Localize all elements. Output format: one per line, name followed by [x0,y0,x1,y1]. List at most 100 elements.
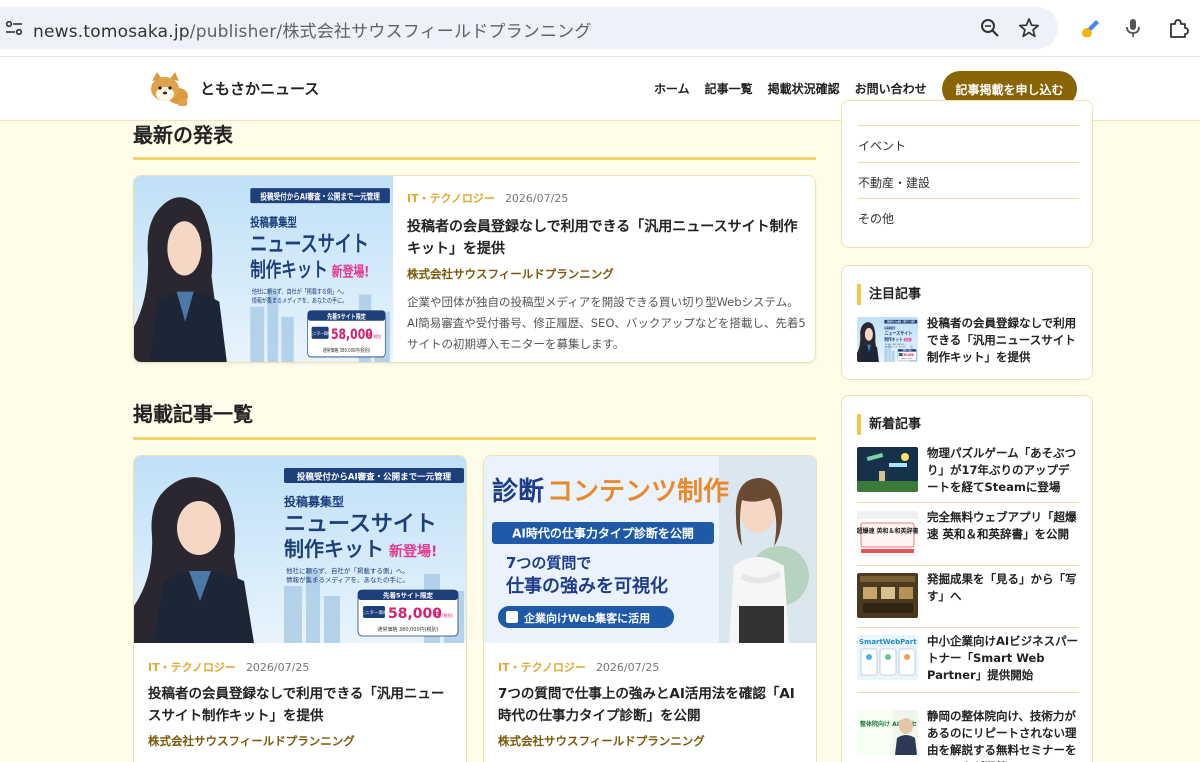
thumbnail-text-kicker: 投稿募集型 [284,494,344,509]
featured-body: IT・テクノロジー 2026/07/25 投稿者の会員登録なしで利用できる「汎用ニ… [407,190,807,355]
url-text[interactable]: news.tomosaka.jp/publisher/株式会社サウスフィールドプ… [33,17,592,42]
article-title[interactable]: 投稿者の会員登録なしで利用できる「汎用ニュースサイト制作キット」を提供 [407,216,807,260]
shiba-dog-logo-icon[interactable] [148,71,190,107]
physics-game-thumbnail-image [857,447,918,492]
nav-home[interactable]: ホーム [654,80,690,97]
article-description: 企業や団体が独自の投稿型メディアを開設できる買い切り型Webシステム。AI簡易審… [407,295,806,351]
article-meta: IT・テクノロジー 2026/07/25 [498,659,804,675]
site-info-icon[interactable] [4,18,24,38]
sidebar-thumbnail[interactable]: 投稿受付からAI審査・公開まで一元管理 投稿募集型 ニュースサイト 制作キット … [857,317,918,362]
sidebar-thumbnail[interactable] [857,447,918,492]
microphone-icon[interactable] [1121,16,1145,40]
thumbnail-text-price-note: (税別) [442,612,454,618]
thumbnail-text-headline-a: 診断 [492,476,544,507]
thumbnail-text-badge: 新登場! [389,543,437,560]
article-card[interactable]: 診断 コンテンツ制作 AI時代の仕事力タイプ診断を公開 7つの質問で 仕事の強み… [483,455,817,762]
category-label[interactable]: IT・テクノロジー [407,192,495,205]
kit-thumbnail-image: 投稿受付からAI審査・公開まで一元管理 投稿募集型 ニュースサイト 制作キット … [134,456,466,643]
thumbnail-text: 超爆速 英和＆和英辞書 [857,527,918,535]
browser-toolbar: news.tomosaka.jp/publisher/株式会社サウスフィールドプ… [0,0,1200,57]
article-thumbnail[interactable]: 診断 コンテンツ制作 AI時代の仕事力タイプ診断を公開 7つの質問で 仕事の強み… [484,456,816,643]
sidebar-thumbnail[interactable]: 超爆速 英和＆和英辞書 [857,511,918,556]
site-name[interactable]: ともさかニュース [200,78,319,99]
featured-thumbnail[interactable]: 投稿受付からAI審査・公開まで一元管理 投稿募集型 ニュースサイト 制作キット … [134,176,393,362]
sidebar-categories: イベント 不動産・建設 その他 [841,100,1093,248]
nav-articles[interactable]: 記事一覧 [705,80,753,97]
sidebar-item-title[interactable]: 中小企業向けAIビジネスパートナー「Smart Web Partner」提供開始 [927,633,1079,684]
thumbnail-text: SmartWebPart [859,638,917,646]
nav-status-check[interactable]: 掲載状況確認 [768,80,840,97]
sidebar-divider [857,502,1079,503]
company-name[interactable]: 株式会社サウスフィールドプランニング [407,266,807,282]
sidebar-thumbnail[interactable]: 整体院向け AI活用セミナー [857,710,918,755]
sidebar-thumbnail[interactable]: SmartWebPart [857,635,918,680]
category-divider [858,125,1079,126]
bookmark-star-icon[interactable] [1018,17,1040,39]
thumbnail-text-offer-label: 先着5サイト限定 [383,591,434,600]
thumbnail-text-offer-tag: モニター価格 [361,609,388,616]
sidebar-divider [857,692,1079,693]
thumbnail-text-offer-label: 先着5サイト限定 [327,312,366,321]
address-bar[interactable]: news.tomosaka.jp/publisher/株式会社サウスフィールドプ… [0,7,1058,49]
sidebar-item-title[interactable]: 物理パズルゲーム「あそぶつり」が17年ぶりのアップデートを経てSteamに登場 [927,445,1079,496]
sidebar-new-articles: 新着記事 物理パズルゲーム「あそぶつり」が17年ぶりのアップデートを経てStea… [841,395,1093,762]
new-articles-heading: 新着記事 [857,414,921,435]
article-meta: IT・テクノロジー 2026/07/25 [407,190,807,206]
thumbnail-text-line1: ニュースサイト [250,231,369,257]
company-name[interactable]: 株式会社サウスフィールドプランニング [148,733,454,749]
sidebar-item-title[interactable]: 静岡の整体院向け、技術力があるのにリピートされない理由を解説する無料セミナーをエ… [927,708,1079,762]
thumbnail-text-line1: ニュースサイト [284,512,437,537]
list-section-title: 掲載記事一覧 [133,402,253,426]
thumbnail-text-offer-tag: モニター価格 [310,329,331,336]
main-nav: ホーム 記事一覧 掲載状況確認 お問い合わせ [654,80,927,97]
thumbnail-text-sub1: 他社に頼らず、自社が「掲載する側」へ。 [286,566,409,575]
diagnosis-thumbnail-image: 診断 コンテンツ制作 AI時代の仕事力タイプ診断を公開 7つの質問で 仕事の強み… [484,456,816,643]
thumbnail-text-line2: 制作キット [284,537,384,561]
company-name[interactable]: 株式会社サウスフィールドプランニング [498,733,804,749]
nav-contact[interactable]: お問い合わせ [855,80,927,97]
extensions-puzzle-icon[interactable] [1166,16,1190,40]
article-thumbnail[interactable]: 投稿受付からAI審査・公開まで一元管理 投稿募集型 ニュースサイト 制作キット … [134,456,466,643]
thumbnail-text-kicker: 投稿募集型 [250,215,297,230]
category-label[interactable]: IT・テクノロジー [498,661,586,674]
article-body: IT・テクノロジー 2026/07/25 7つの質問で仕事上の強みとAI活用法を確… [498,659,804,749]
date-label: 2026/07/25 [504,192,569,205]
thumbnail-text-line1: ニュースサイト [884,331,912,338]
list-section-rule [133,437,816,440]
thumbnail-text-price-note: (税別) [373,333,382,339]
zoom-icon[interactable] [979,17,1001,39]
sidebar-item-title[interactable]: 投稿者の会員登録なしで利用できる「汎用ニュースサイト制作キット」を提供 [927,315,1079,366]
category-divider [858,162,1079,163]
sidebar-thumbnail[interactable] [857,573,918,618]
thumbnail-text-regular: 通常価格 380,000円(税別) [377,626,438,633]
kit-thumbnail-image: 投稿受付からAI審査・公開まで一元管理 投稿募集型 ニュースサイト 制作キット … [857,317,918,362]
sidebar-item-title[interactable]: 発掘成果を「見る」から「写す」へ [927,571,1079,605]
excavation-thumbnail-image [857,573,918,618]
featured-article-card[interactable]: 投稿受付からAI審査・公開まで一元管理 投稿募集型 ニュースサイト 制作キット … [133,175,816,363]
smart-web-partner-thumbnail-image: SmartWebPart [857,635,918,680]
sidebar-category-real-estate[interactable]: 不動産・建設 [858,174,1078,191]
url-domain: news.tomosaka.jp [33,22,190,42]
seminar-thumbnail-image: 整体院向け AI活用セミナー [857,710,918,755]
thumbnail-text-banner: 投稿受付からAI審査・公開まで一元管理 [260,191,380,202]
latest-section-title: 最新の発表 [133,123,233,147]
article-card[interactable]: 投稿受付からAI審査・公開まで一元管理 投稿募集型 ニュースサイト 制作キット … [133,455,467,762]
article-title[interactable]: 7つの質問で仕事上の強みとAI活用法を確認「AI時代の仕事力タイプ診断」を公開 [498,683,804,727]
article-meta: IT・テクノロジー 2026/07/25 [148,659,454,675]
url-path: /publisher/株式会社サウスフィールドプランニング [189,22,592,42]
thumbnail-text-sub1: 他社に頼らず、自社が「掲載する側」へ。 [252,287,347,296]
sidebar-category-event[interactable]: イベント [858,137,1078,154]
date-label: 2026/07/25 [595,661,660,674]
sidebar-featured: 注目記事 投稿受付からAI審査・公開まで一元管理 投稿募集型 ニュースサイト 制… [841,265,1093,380]
thumbnail-text-badge: 新登場! [332,263,369,280]
thumbnail-text-pill: 企業向けWeb集客に活用 [523,611,650,625]
thumbnail-text-sub2: 情報が集まるメディアを、あなたの手に。 [252,296,347,305]
thumbnail-text-line2: 制作キット [250,257,327,282]
category-label[interactable]: IT・テクノロジー [148,661,236,674]
sidebar-item-title[interactable]: 完全無料ウェブアプリ「超爆速 英和＆和英辞書」を公開 [927,509,1079,543]
article-title[interactable]: 投稿者の会員登録なしで利用できる「汎用ニュースサイト制作キット」を提供 [148,683,454,727]
thumbnail-text-q-line2: 仕事の強みを可視化 [505,575,668,597]
extension-brush-icon[interactable] [1078,16,1102,40]
sidebar-category-other[interactable]: その他 [858,210,1078,227]
thumbnail-text-headline-b: コンテンツ制作 [547,477,729,507]
